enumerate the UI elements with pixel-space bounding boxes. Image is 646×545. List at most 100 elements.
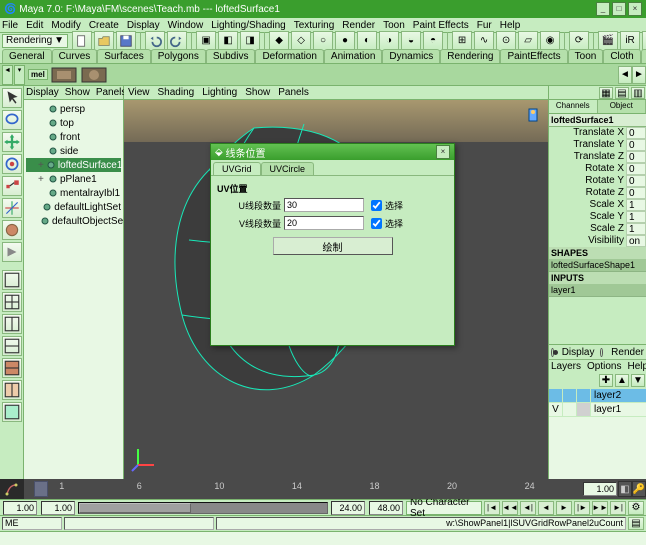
undo-button[interactable] bbox=[145, 31, 165, 51]
viewport-menu-lighting[interactable]: Lighting bbox=[202, 87, 237, 98]
prev-key-button[interactable]: ◄| bbox=[520, 501, 536, 515]
mask-f-button[interactable]: ◑ bbox=[379, 31, 399, 51]
menu-create[interactable]: Create bbox=[89, 20, 119, 31]
time-snap-toggle[interactable]: ◧ bbox=[618, 481, 632, 497]
shelf-tab-fluids[interactable]: Fluids bbox=[641, 49, 646, 63]
layer-menu-options[interactable]: Options bbox=[587, 361, 621, 372]
anim-prefs-button[interactable]: ⚙ bbox=[628, 501, 644, 515]
step-back-button[interactable]: ◄◄ bbox=[502, 501, 518, 515]
layer-list[interactable]: layer2Vlayer1 bbox=[549, 389, 646, 479]
layout-c-button[interactable] bbox=[2, 358, 22, 378]
menu-modify[interactable]: Modify bbox=[51, 20, 80, 31]
channel-attr[interactable]: Translate Z0 bbox=[549, 151, 646, 163]
menu-render[interactable]: Render bbox=[342, 20, 375, 31]
redo-button[interactable] bbox=[167, 31, 187, 51]
viewport-menu-show[interactable]: Show bbox=[245, 87, 270, 98]
shelf-tab-polygons[interactable]: Polygons bbox=[151, 49, 206, 63]
shelf-tab-painteffects[interactable]: PaintEffects bbox=[500, 49, 567, 63]
shelf-tab-animation[interactable]: Animation bbox=[324, 49, 382, 63]
menu-lightingshading[interactable]: Lighting/Shading bbox=[211, 20, 286, 31]
shelf-tab-cloth[interactable]: Cloth bbox=[603, 49, 640, 63]
shelf-tab-surfaces[interactable]: Surfaces bbox=[97, 49, 150, 63]
channel-node-name[interactable]: loftedSurface1 bbox=[549, 114, 646, 127]
outliner-item-persp[interactable]: persp bbox=[26, 102, 121, 116]
snap-point-button[interactable]: ⊙ bbox=[496, 31, 516, 51]
layout-b-button[interactable] bbox=[2, 336, 22, 356]
next-key-button[interactable]: |► bbox=[574, 501, 590, 515]
shelf-tab-deformation[interactable]: Deformation bbox=[255, 49, 323, 63]
menu-fur[interactable]: Fur bbox=[477, 20, 492, 31]
menu-edit[interactable]: Edit bbox=[26, 20, 43, 31]
current-time-field[interactable] bbox=[583, 482, 617, 496]
render-current-button[interactable]: 🎬 bbox=[598, 31, 618, 51]
outliner-item-front[interactable]: front bbox=[26, 130, 121, 144]
close-button[interactable]: × bbox=[628, 2, 642, 16]
shelf-tab-dynamics[interactable]: Dynamics bbox=[382, 49, 440, 63]
viewport-menu-view[interactable]: View bbox=[128, 87, 150, 98]
script-editor-button[interactable]: ▤ bbox=[628, 517, 644, 530]
module-dropdown[interactable]: Rendering ▼ bbox=[2, 34, 68, 48]
channel-attr[interactable]: Rotate Y0 bbox=[549, 175, 646, 187]
render-layers-radio[interactable] bbox=[600, 348, 603, 357]
layer-dn-button[interactable]: ▼ bbox=[631, 374, 645, 387]
outliner-item-loftedsurface1[interactable]: +loftedSurface1 bbox=[26, 158, 121, 172]
dialog-count-input[interactable] bbox=[284, 216, 364, 230]
layer-row[interactable]: Vlayer1 bbox=[549, 403, 646, 417]
history-toggle-button[interactable]: ⟳ bbox=[569, 31, 589, 51]
outliner-item-side[interactable]: side bbox=[26, 144, 121, 158]
anim-pref-button[interactable] bbox=[0, 479, 24, 499]
outliner-item-defaultlightset[interactable]: defaultLightSet bbox=[26, 200, 121, 214]
outliner-item-defaultobjectset[interactable]: defaultObjectSet bbox=[26, 214, 121, 228]
channel-attr[interactable]: Translate Y0 bbox=[549, 139, 646, 151]
ipr-render-button[interactable]: iR bbox=[620, 31, 640, 51]
layer-new-button[interactable]: ✚ bbox=[599, 374, 613, 387]
character-set-dropdown[interactable]: No Character Set bbox=[406, 501, 482, 515]
render-globals-button[interactable]: ⚙ bbox=[642, 31, 646, 51]
channel-attr[interactable]: Scale Y1 bbox=[549, 211, 646, 223]
range-end-field[interactable] bbox=[331, 501, 365, 515]
new-scene-button[interactable] bbox=[72, 31, 92, 51]
dialog-draw-button[interactable]: 绘制 bbox=[273, 237, 393, 255]
shelf-tab-toon[interactable]: Toon bbox=[568, 49, 604, 63]
outliner-menu-display[interactable]: Display bbox=[26, 87, 59, 98]
menu-texturing[interactable]: Texturing bbox=[294, 20, 335, 31]
minimize-button[interactable]: _ bbox=[596, 2, 610, 16]
shelf-custom-icon-b[interactable] bbox=[80, 66, 108, 84]
four-pane-button[interactable] bbox=[2, 292, 22, 312]
rewind-button[interactable]: |◄ bbox=[484, 501, 500, 515]
play-back-button[interactable]: ◄ bbox=[538, 501, 554, 515]
layout-a-button[interactable] bbox=[2, 314, 22, 334]
layer-row[interactable]: layer2 bbox=[549, 389, 646, 403]
shelf-tab-general[interactable]: General bbox=[2, 49, 52, 63]
menu-help[interactable]: Help bbox=[500, 20, 521, 31]
select-tool[interactable] bbox=[2, 88, 22, 108]
channel-mode-b[interactable]: ▤ bbox=[615, 87, 629, 99]
anim-end-field[interactable] bbox=[369, 501, 403, 515]
select-object-button[interactable]: ◧ bbox=[218, 31, 238, 51]
shelf-custom-icon-a[interactable] bbox=[50, 66, 78, 84]
mask-e-button[interactable]: ◐ bbox=[357, 31, 377, 51]
layer-menu-layers[interactable]: Layers bbox=[551, 361, 581, 372]
channel-attr[interactable]: Scale Z1 bbox=[549, 223, 646, 235]
dialog-tab-uvcircle[interactable]: UVCircle bbox=[261, 162, 315, 175]
outliner-menu-panels[interactable]: Panels bbox=[96, 87, 127, 98]
single-pane-button[interactable] bbox=[2, 270, 22, 290]
snap-grid-button[interactable]: ⊞ bbox=[452, 31, 472, 51]
channel-mode-a[interactable]: ▦ bbox=[599, 87, 613, 99]
layer-menu-help[interactable]: Help bbox=[627, 361, 646, 372]
display-layers-radio[interactable] bbox=[551, 348, 554, 357]
mask-c-button[interactable]: ○ bbox=[313, 31, 333, 51]
soft-mod-tool[interactable] bbox=[2, 220, 22, 240]
range-track[interactable] bbox=[78, 502, 328, 514]
outliner-item-pplane1[interactable]: +pPlane1 bbox=[26, 172, 121, 186]
snap-curve-button[interactable]: ∿ bbox=[474, 31, 494, 51]
viewport-menu-panels[interactable]: Panels bbox=[278, 87, 309, 98]
menu-display[interactable]: Display bbox=[127, 20, 160, 31]
menu-file[interactable]: File bbox=[2, 20, 18, 31]
snap-live-button[interactable]: ◉ bbox=[540, 31, 560, 51]
mask-h-button[interactable]: ◓ bbox=[423, 31, 443, 51]
shelf-tab-subdivs[interactable]: Subdivs bbox=[206, 49, 256, 63]
outliner-tree[interactable]: persptopfrontside+loftedSurface1+pPlane1… bbox=[24, 100, 123, 479]
dialog-close-button[interactable]: × bbox=[436, 145, 450, 159]
manip-tool[interactable] bbox=[2, 198, 22, 218]
